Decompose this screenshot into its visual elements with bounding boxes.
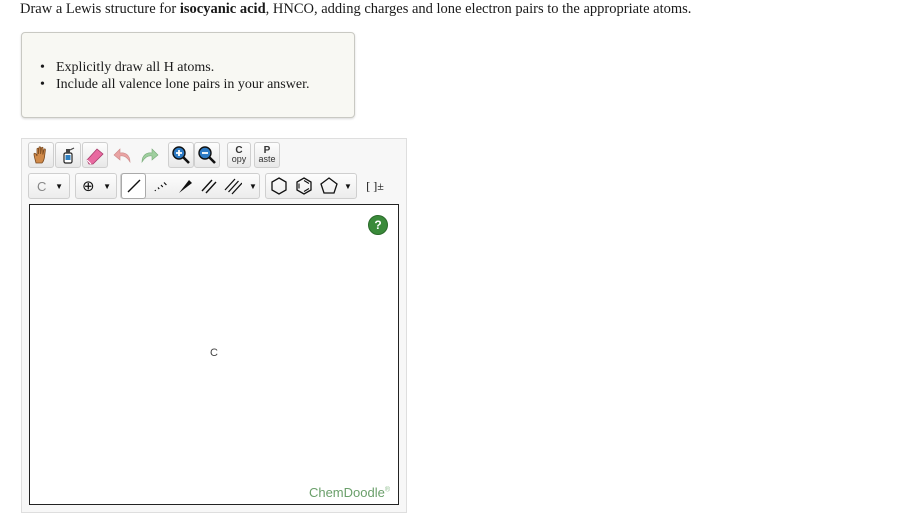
help-icon[interactable]: ?	[368, 215, 388, 235]
chemdoodle-editor: C opy P aste C ▼ ⊕ ▼ ▼ ▼ []± ? C ChemDo…	[21, 138, 407, 513]
question-text: Draw a Lewis structure for isocyanic aci…	[20, 0, 691, 18]
chevron-down-icon: ▼	[55, 181, 63, 191]
hashed-bond-button[interactable]	[148, 173, 172, 199]
bracket-charge-label: [ ]±	[366, 178, 384, 193]
compound-formula: HNCO	[272, 1, 314, 17]
carbon-atom[interactable]: C	[210, 347, 218, 359]
atom-selector[interactable]: C ▼	[28, 173, 70, 199]
triple-bond-icon	[224, 178, 242, 195]
benzene-button[interactable]	[292, 173, 316, 199]
bond-dropdown[interactable]: ▼	[247, 173, 259, 199]
double-bond-button[interactable]	[197, 173, 221, 199]
single-bond-button[interactable]	[121, 173, 146, 199]
zoom-out-button[interactable]	[194, 142, 220, 168]
chevron-down-icon: ▼	[344, 181, 352, 191]
chemdoodle-logo: ChemDoodle®	[309, 485, 390, 500]
copy-button[interactable]: C opy	[227, 142, 251, 168]
single-bond-icon	[127, 179, 140, 193]
paste-label-bottom: aste	[258, 154, 276, 164]
bracket-charge-button[interactable]: [ ]±	[360, 173, 390, 199]
triple-bond-button[interactable]	[221, 173, 245, 199]
drawing-canvas[interactable]: ? C ChemDoodle®	[29, 204, 399, 505]
hint-list: Explicitly draw all H atoms. Include all…	[40, 59, 309, 93]
wedge-bond-button[interactable]	[173, 173, 197, 199]
double-bond-icon	[201, 179, 217, 194]
redo-icon	[141, 148, 159, 164]
atom-selector-label: C	[37, 178, 47, 194]
eraser-icon	[86, 148, 104, 165]
undo-icon	[113, 148, 131, 164]
hint-item: Explicitly draw all H atoms.	[40, 59, 309, 76]
charge-selector[interactable]: ⊕ ▼	[75, 173, 117, 199]
hexagon-icon	[271, 177, 287, 195]
brand-mark: ®	[384, 486, 390, 494]
hint-item: Include all valence lone pairs in your a…	[40, 76, 309, 93]
question-suffix: , adding charges and lone electron pairs…	[313, 1, 692, 17]
ring-dropdown[interactable]: ▼	[342, 173, 354, 199]
clear-tool-button[interactable]	[55, 142, 81, 168]
formula-separator: ,	[265, 1, 273, 17]
redo-button[interactable]	[136, 142, 162, 168]
cyclopentane-button[interactable]	[317, 173, 341, 199]
copy-label-bottom: opy	[231, 154, 247, 164]
brand-text: ChemDoodle	[308, 485, 385, 500]
undo-button[interactable]	[110, 142, 136, 168]
spray-bottle-icon	[63, 147, 75, 164]
cyclohexane-button[interactable]	[267, 173, 291, 199]
hashed-bond-icon	[154, 182, 167, 192]
zoom-out-icon	[198, 146, 216, 164]
help-symbol: ?	[374, 218, 382, 232]
question-prefix: Draw a Lewis structure for	[20, 1, 180, 17]
eraser-tool-button[interactable]	[82, 142, 108, 168]
zoom-in-button[interactable]	[168, 142, 194, 168]
benzene-icon	[296, 177, 312, 195]
chevron-down-icon: ▼	[249, 181, 257, 191]
hand-icon	[33, 146, 46, 164]
compound-name: isocyanic acid	[179, 1, 266, 17]
pan-tool-button[interactable]	[28, 142, 54, 168]
hint-box: Explicitly draw all H atoms. Include all…	[21, 32, 355, 118]
charge-plus-icon: ⊕	[82, 178, 95, 195]
wedge-bond-icon	[179, 180, 192, 193]
paste-button[interactable]: P aste	[254, 142, 280, 168]
chevron-down-icon: ▼	[103, 181, 111, 191]
zoom-in-icon	[172, 146, 190, 164]
pentagon-icon	[320, 177, 338, 194]
